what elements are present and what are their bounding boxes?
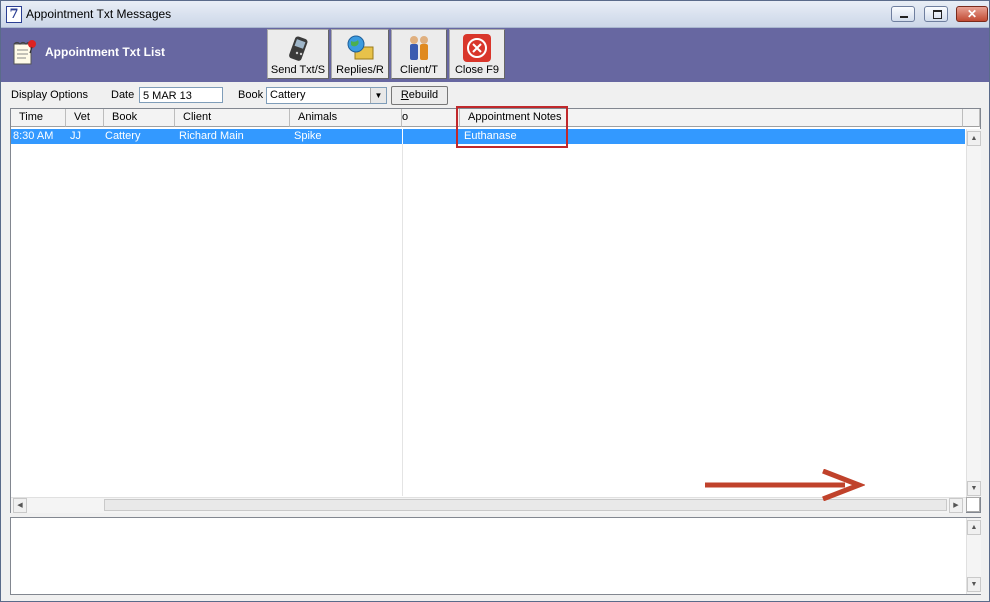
mobile-phone-icon xyxy=(289,36,308,61)
maximize-icon xyxy=(933,10,942,19)
grid-vertical-scrollbar[interactable]: ▲ ▼ xyxy=(966,129,981,497)
client-button[interactable]: Client/T xyxy=(391,29,447,79)
display-options-label[interactable]: Display Options xyxy=(11,89,88,101)
title-bar: 7 Appointment Txt Messages ✕ xyxy=(1,1,989,28)
rebuild-mnemonic: R xyxy=(400,89,409,101)
column-header-o[interactable]: o xyxy=(402,109,460,127)
appointments-grid[interactable]: Time Vet Book Client Animals o Appointme… xyxy=(10,108,981,513)
close-circle-icon xyxy=(463,34,491,62)
close-f9-label: Close F9 xyxy=(454,64,500,76)
minimize-icon xyxy=(900,16,908,18)
cell-client: Richard Main xyxy=(179,130,244,142)
column-header-book[interactable]: Book xyxy=(104,109,175,127)
annotation-arrow-icon xyxy=(705,469,865,501)
column-header-filler xyxy=(963,109,980,127)
close-f9-button[interactable]: Close F9 xyxy=(449,29,505,79)
maximize-button[interactable] xyxy=(924,6,948,22)
notes-scroll-down-icon[interactable]: ▼ xyxy=(967,577,981,592)
notepad-icon xyxy=(13,40,36,65)
close-icon: ✕ xyxy=(966,7,978,21)
column-divider xyxy=(402,144,403,496)
send-txt-button[interactable]: Send Txt/S xyxy=(267,29,329,79)
scroll-down-icon[interactable]: ▼ xyxy=(967,481,981,496)
replies-label: Replies/R xyxy=(336,64,384,76)
send-txt-label: Send Txt/S xyxy=(270,64,326,76)
book-label: Book xyxy=(238,89,264,101)
replies-button[interactable]: Replies/R xyxy=(331,29,389,79)
scrollbar-corner xyxy=(966,497,980,512)
date-label: Date xyxy=(111,89,135,101)
client-label: Client/T xyxy=(400,64,438,76)
people-icon xyxy=(410,36,428,60)
globe-folder-icon xyxy=(347,35,374,60)
scroll-right-icon[interactable]: ▶ xyxy=(949,498,963,513)
column-header-animals[interactable]: Animals xyxy=(290,109,402,127)
annotation-highlight-box xyxy=(456,106,568,148)
notes-panel[interactable]: ▲ ▼ xyxy=(10,517,981,595)
header-band: Appointment Txt List Send Txt/S Replies/… xyxy=(1,28,989,82)
rebuild-label-rest: ebuild xyxy=(408,89,439,101)
cell-animals: Spike xyxy=(294,130,322,142)
cell-time: 8:30 AM xyxy=(13,130,54,142)
options-bar: Display Options Date 5 MAR 13 Book Catte… xyxy=(1,83,989,107)
scroll-left-icon[interactable]: ◀ xyxy=(13,498,27,513)
appointment-txt-window: 7 Appointment Txt Messages ✕ Appointment… xyxy=(0,0,990,602)
book-select[interactable]: Cattery ▼ xyxy=(266,87,387,104)
cell-book: Cattery xyxy=(105,130,141,142)
date-input[interactable]: 5 MAR 13 xyxy=(139,87,223,103)
column-header-time[interactable]: Time xyxy=(11,109,66,127)
cell-vet: JJ xyxy=(70,130,81,142)
book-select-value: Cattery xyxy=(270,89,306,101)
column-header-client[interactable]: Client xyxy=(175,109,290,127)
notes-scroll-up-icon[interactable]: ▲ xyxy=(967,520,981,535)
scroll-up-icon[interactable]: ▲ xyxy=(967,131,981,146)
notes-vertical-scrollbar[interactable]: ▲ ▼ xyxy=(966,518,981,594)
close-window-button[interactable]: ✕ xyxy=(956,6,988,22)
cell-o xyxy=(402,129,403,144)
minimize-button[interactable] xyxy=(891,6,915,22)
header-title: Appointment Txt List xyxy=(45,45,165,59)
app-icon: 7 xyxy=(6,6,22,23)
rebuild-button[interactable]: Rebuild xyxy=(391,86,448,105)
chevron-down-icon[interactable]: ▼ xyxy=(370,88,386,103)
column-header-vet[interactable]: Vet xyxy=(66,109,104,127)
window-title: Appointment Txt Messages xyxy=(26,7,172,21)
